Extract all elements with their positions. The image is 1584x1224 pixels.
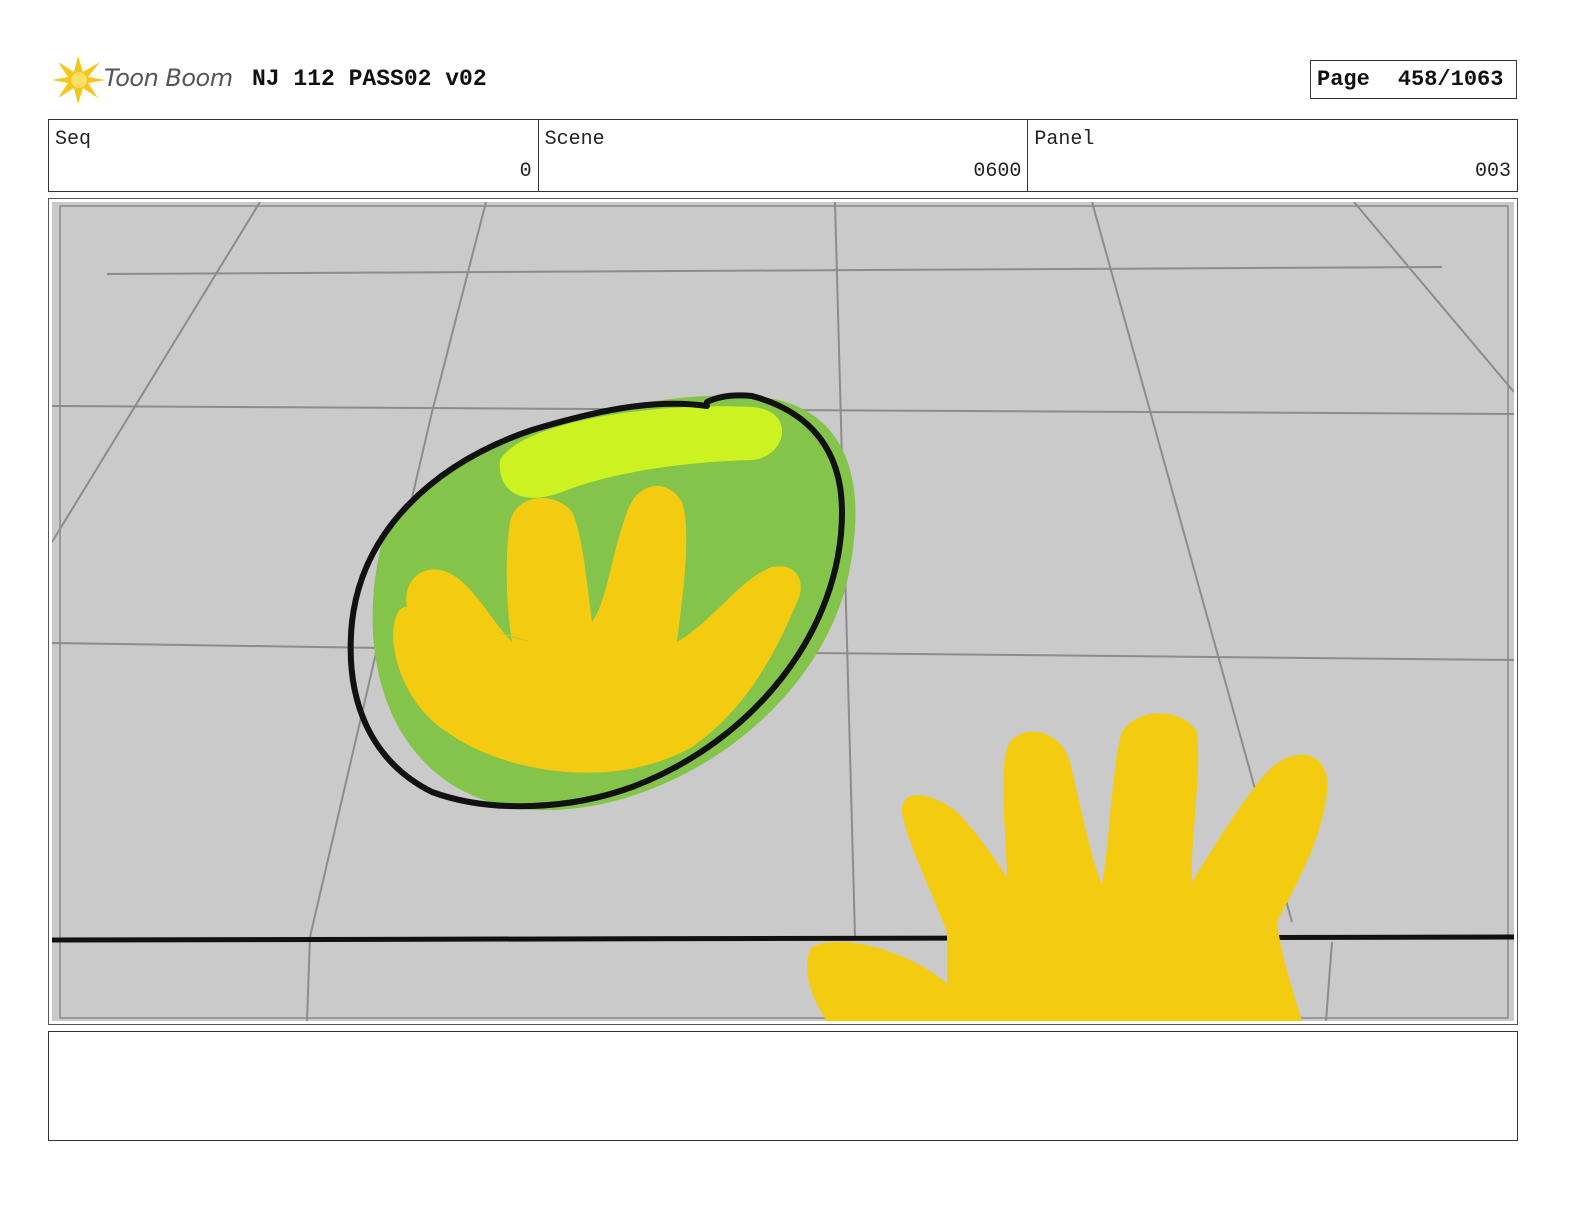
page-number: 458/1063	[1397, 67, 1504, 92]
seq-label: Seq	[55, 128, 92, 151]
storyboard-panel	[48, 198, 1518, 1025]
page-label: Page	[1317, 67, 1370, 92]
panel-value: 003	[1475, 160, 1512, 183]
panel-cell: Panel 003	[1028, 120, 1517, 191]
scene-cell: Scene 0600	[539, 120, 1029, 191]
starburst-icon	[52, 56, 106, 104]
panel-label: Panel	[1034, 128, 1095, 151]
scene-label: Scene	[544, 128, 605, 151]
seq-value: 0	[519, 160, 532, 183]
panel-drawing	[52, 202, 1514, 1021]
scene-value: 0600	[973, 160, 1022, 183]
horizon-line	[52, 934, 1514, 943]
document-title: NJ 112 PASS02 v02	[252, 66, 487, 92]
seq-cell: Seq 0	[49, 120, 539, 191]
logo-text: Toon Boom	[104, 64, 233, 92]
page-indicator: Page 458/1063	[1310, 60, 1517, 99]
toon-boom-logo: Toon Boom	[48, 50, 238, 108]
panel-notes-box[interactable]	[48, 1031, 1518, 1141]
shot-info-row: Seq 0 Scene 0600 Panel 003	[48, 119, 1518, 192]
